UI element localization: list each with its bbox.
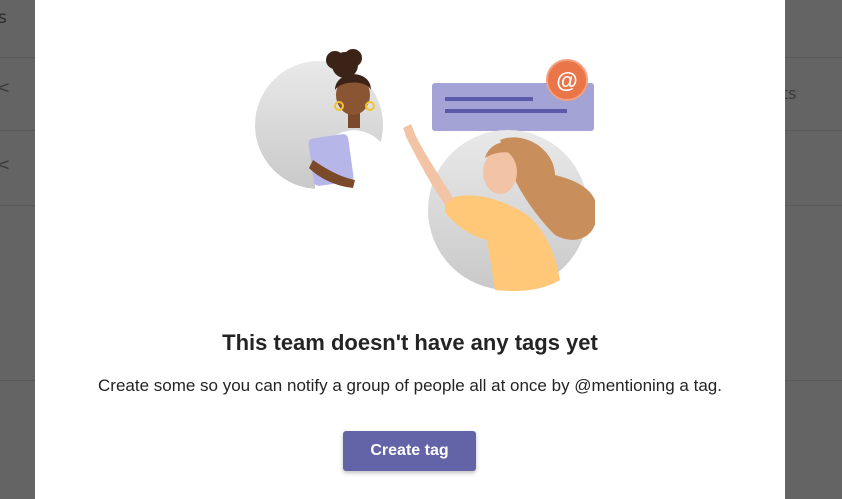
left-person-avatar <box>255 49 391 190</box>
at-symbol-icon: @ <box>556 68 577 93</box>
background-text-fragment: s <box>0 8 7 28</box>
mention-badge: @ <box>546 59 588 101</box>
app-window: s < < ts @ This team doesn't have any ta… <box>0 0 842 499</box>
background-text-fragment: < <box>0 78 11 98</box>
create-tag-button[interactable]: Create tag <box>343 431 476 471</box>
empty-state-title: This team doesn't have any tags yet <box>222 330 598 355</box>
empty-state-description: Create some so you can notify a group of… <box>98 376 722 395</box>
tags-empty-state-dialog: @ This team doesn't have any tags yet Cr… <box>35 0 785 499</box>
people-mention-illustration-icon: @ <box>255 49 595 291</box>
background-text-fragment: < <box>0 155 11 175</box>
right-person-avatar <box>403 124 595 291</box>
